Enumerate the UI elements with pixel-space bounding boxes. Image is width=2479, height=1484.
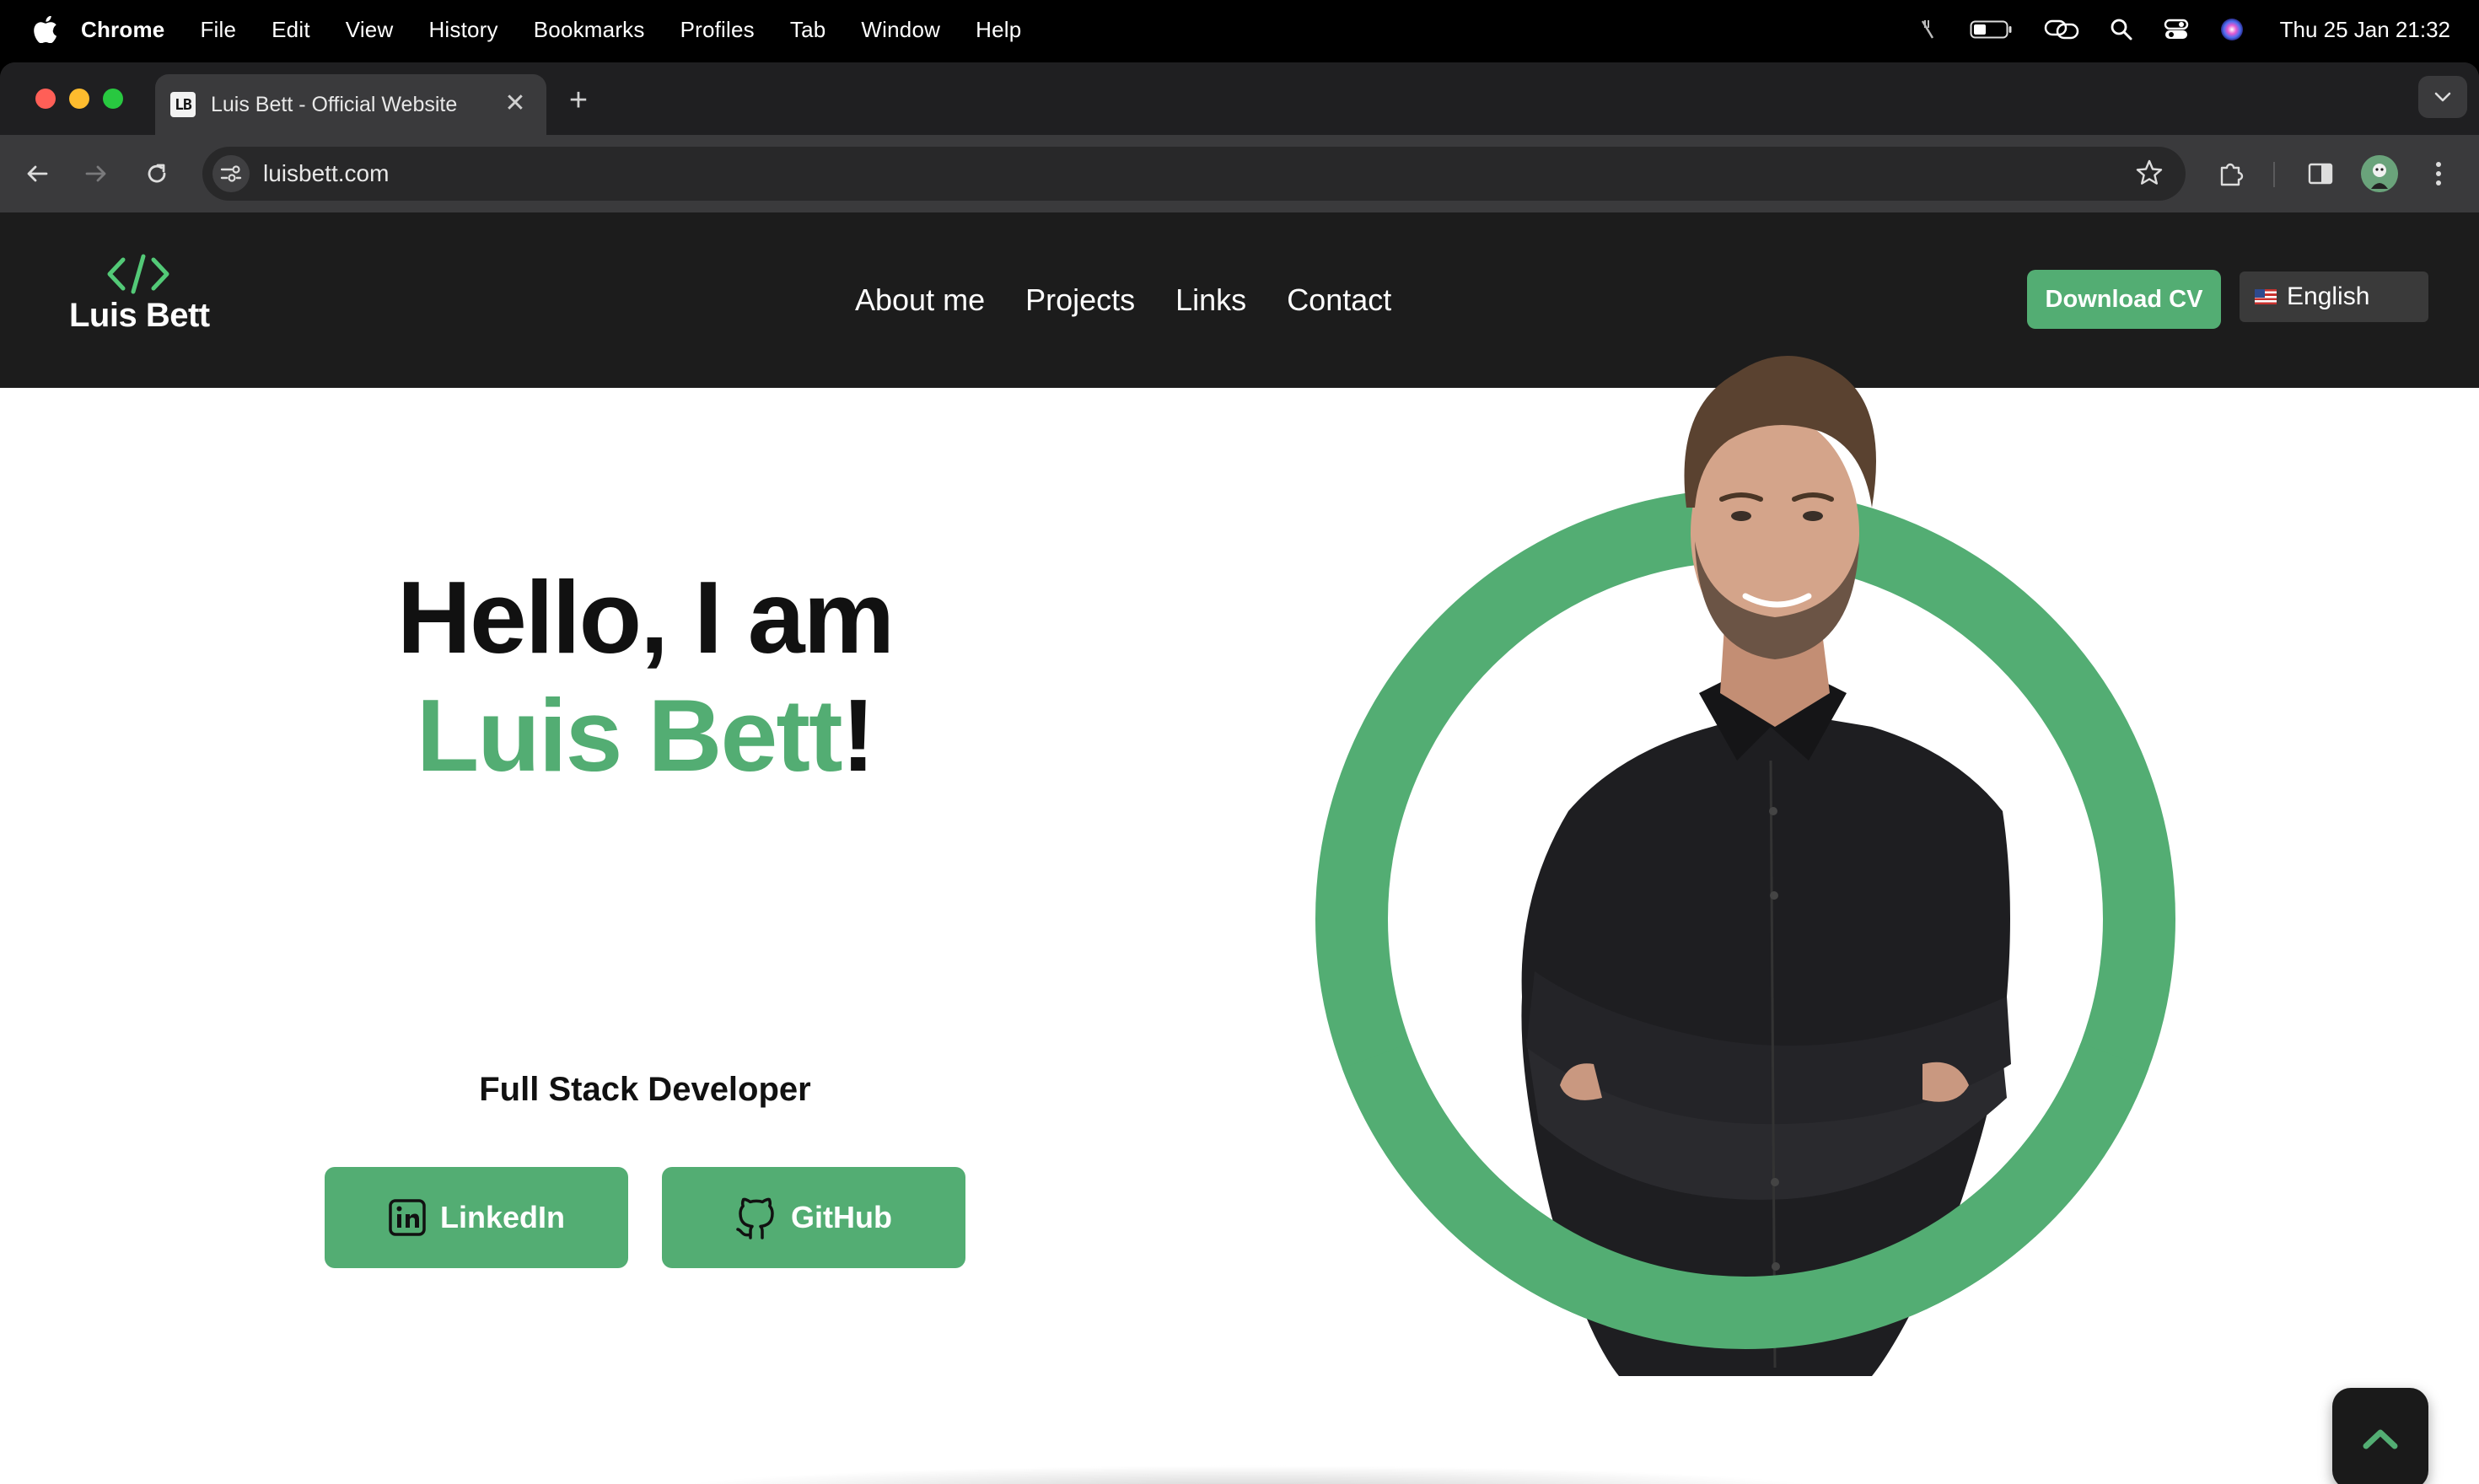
language-select[interactable]: English (2240, 272, 2428, 322)
arrow-right-icon (85, 165, 106, 182)
nav-links[interactable]: Links (1175, 282, 1246, 318)
tab-close-icon[interactable]: ✕ (503, 91, 528, 116)
arrow-left-icon (27, 165, 48, 182)
chevron-up-icon (2363, 1429, 2398, 1449)
hero-title: Hello, I am Luis Bett! (0, 558, 1290, 794)
hero-greeting: Hello, I am (396, 560, 895, 675)
toolbar-divider (2273, 162, 2275, 187)
apple-logo-icon[interactable] (34, 16, 57, 43)
chevron-down-icon (2434, 92, 2451, 102)
window-close-button[interactable] (35, 89, 56, 109)
page-viewport: Luis Bett About me Projects Links Contac… (0, 212, 2479, 1484)
menubar-clock[interactable]: Thu 25 Jan 21:32 (2280, 17, 2450, 43)
control-center-icon[interactable] (2164, 17, 2189, 42)
site-nav: About me Projects Links Contact (855, 212, 1391, 388)
reload-icon (148, 164, 166, 183)
browser-window: LB Luis Bett - Official Website ✕ + luis… (0, 62, 2479, 1484)
hero-name-line: Luis Bett! (0, 676, 1290, 794)
linkedin-button[interactable]: LinkedIn (325, 1167, 628, 1268)
github-icon (736, 1197, 774, 1239)
menu-tab[interactable]: Tab (790, 17, 826, 43)
siri-icon[interactable] (2219, 17, 2245, 42)
us-flag-icon (2255, 289, 2277, 304)
menu-edit[interactable]: Edit (272, 17, 310, 43)
menu-view[interactable]: View (346, 17, 394, 43)
tab-search-button[interactable] (2418, 76, 2467, 118)
profile-avatar[interactable] (2361, 155, 2398, 192)
extensions-icon[interactable] (2211, 153, 2251, 194)
scroll-to-top-button[interactable] (2332, 1388, 2428, 1484)
site-logo[interactable]: Luis Bett (69, 253, 210, 346)
back-button[interactable] (19, 155, 56, 192)
section-shadow (658, 1465, 1838, 1484)
github-label: GitHub (791, 1200, 892, 1234)
menu-app-name[interactable]: Chrome (81, 17, 164, 43)
site-info-icon[interactable] (212, 155, 250, 192)
linkedin-label: LinkedIn (439, 1200, 565, 1234)
browser-toolbar: luisbett.com (0, 135, 2479, 212)
spotlight-search-icon[interactable] (2110, 18, 2133, 41)
reload-button[interactable] (138, 155, 175, 192)
window-zoom-button[interactable] (103, 89, 123, 109)
forward-button[interactable] (78, 155, 115, 192)
hero-role: Full Stack Developer (479, 1071, 811, 1108)
menu-help[interactable]: Help (976, 17, 1021, 43)
linkedin-icon (389, 1199, 426, 1236)
hero-exclamation: ! (841, 678, 876, 793)
menu-window[interactable]: Window (861, 17, 940, 43)
side-panel-icon[interactable] (2300, 153, 2341, 194)
bookmark-star-icon[interactable] (2135, 159, 2164, 191)
screen-mirroring-icon[interactable] (2044, 17, 2079, 42)
code-brackets-icon (107, 254, 169, 294)
macos-menu-bar: Chrome File Edit View History Bookmarks … (0, 0, 2479, 59)
new-tab-button[interactable]: + (563, 84, 594, 116)
menu-file[interactable]: File (200, 17, 236, 43)
menu-profiles[interactable]: Profiles (680, 17, 755, 43)
nav-projects[interactable]: Projects (1025, 282, 1135, 318)
hero-name: Luis Bett (416, 678, 843, 793)
chrome-menu-icon[interactable] (2422, 153, 2455, 194)
window-minimize-button[interactable] (69, 89, 89, 109)
tab-strip: LB Luis Bett - Official Website ✕ + (0, 62, 2479, 135)
tab-active[interactable]: LB Luis Bett - Official Website ✕ (155, 74, 546, 135)
menu-history[interactable]: History (428, 17, 497, 43)
address-bar[interactable]: luisbett.com (202, 147, 2186, 201)
tab-favicon-icon: LB (170, 92, 196, 117)
language-label: English (2287, 282, 2370, 310)
nav-about-me[interactable]: About me (855, 282, 985, 318)
menu-bookmarks[interactable]: Bookmarks (534, 17, 645, 43)
mute-icon[interactable] (1914, 17, 1939, 42)
url-text[interactable]: luisbett.com (263, 160, 389, 187)
tab-title: Luis Bett - Official Website (211, 92, 458, 116)
battery-icon[interactable] (1970, 19, 2014, 40)
github-button[interactable]: GitHub (662, 1167, 965, 1268)
profile-portrait-image (1315, 356, 2175, 1376)
logo-name: Luis Bett (69, 297, 210, 334)
